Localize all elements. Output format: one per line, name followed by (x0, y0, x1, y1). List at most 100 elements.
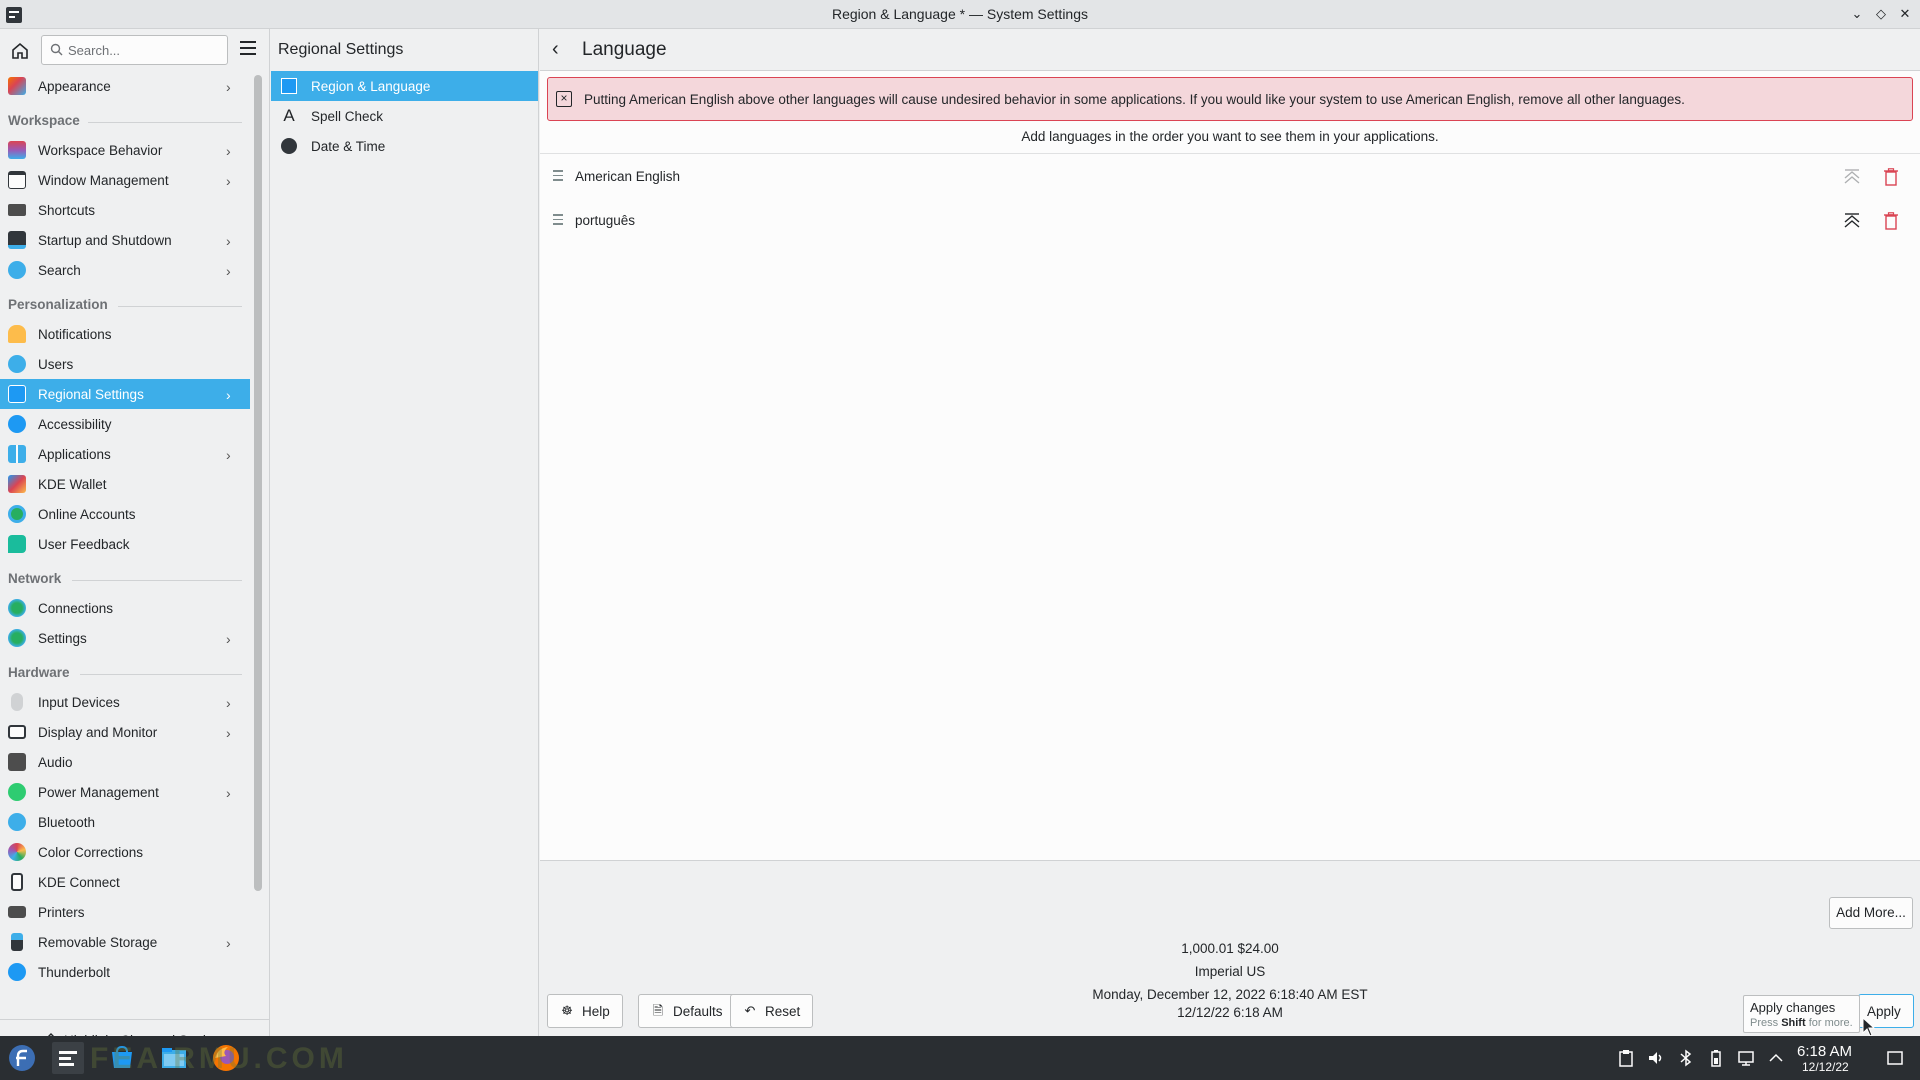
sidebar-item-audio[interactable]: Audio (0, 747, 250, 777)
sidebar-item-kde-wallet[interactable]: KDE Wallet (0, 469, 250, 499)
title-bar: Region & Language * — System Settings ⌄ … (0, 0, 1920, 29)
sidebar-item-label: KDE Wallet (38, 476, 107, 492)
hamburger-menu-icon[interactable] (240, 41, 258, 57)
regional-settings-icon (8, 385, 26, 403)
sidebar-item-removable-storage[interactable]: Removable Storage › (0, 927, 250, 957)
taskbar-system-settings[interactable] (52, 1042, 84, 1074)
sidebar-item-accessibility[interactable]: Accessibility (0, 409, 250, 439)
tooltip-hint-key: Shift (1781, 1017, 1806, 1029)
sidebar-item-printers[interactable]: Printers (0, 897, 250, 927)
sidebar-item-users[interactable]: Users (0, 349, 250, 379)
sidebar-item-notifications[interactable]: Notifications (0, 319, 250, 349)
clock-time[interactable]: 6:18 AM (1797, 1043, 1852, 1060)
chevron-right-icon: › (226, 935, 231, 951)
chevron-right-icon: › (226, 233, 231, 249)
sidebar-item-label: Connections (38, 600, 114, 616)
back-arrow-icon[interactable]: ‹ (552, 39, 570, 60)
sidebar-item-search[interactable]: Search › (0, 255, 250, 285)
sidebar-item-appearance[interactable]: Appearance › (0, 71, 250, 101)
chevron-right-icon: › (226, 785, 231, 801)
defaults-button[interactable]: 🗎 Defaults (638, 994, 736, 1028)
sidebar-item-applications[interactable]: Applications › (0, 439, 250, 469)
sidebar-item-input-devices[interactable]: Input Devices › (0, 687, 250, 717)
sidebar-item-network-settings[interactable]: Settings › (0, 623, 250, 653)
search-input[interactable] (68, 40, 218, 60)
sidebar-item-shortcuts[interactable]: Shortcuts (0, 195, 250, 225)
page-title: Language (582, 39, 667, 60)
usb-storage-icon (11, 933, 23, 951)
sidebar-item-online-accounts[interactable]: Online Accounts (0, 499, 250, 529)
search-box[interactable] (41, 35, 228, 65)
sidebar-item-label: Regional Settings (38, 386, 144, 402)
example-measurement: Imperial US (1194, 964, 1266, 979)
sidebar-item-label: Bluetooth (38, 814, 96, 830)
reset-button[interactable]: ↶ Reset (730, 994, 814, 1028)
battery-icon[interactable] (1707, 1049, 1725, 1067)
bell-icon (8, 325, 26, 343)
sidebar-item-label: Shortcuts (38, 202, 96, 218)
chevron-right-icon: › (226, 79, 231, 95)
applications-icon (8, 445, 26, 463)
drag-handle-icon[interactable] (553, 170, 563, 184)
sidebar-item-connections[interactable]: Connections (0, 593, 250, 623)
sidebar-item-label: Audio (38, 754, 73, 770)
help-button[interactable]: ☸ Help (547, 994, 623, 1028)
chevron-up-icon[interactable] (1767, 1049, 1785, 1067)
search-settings-icon (8, 261, 26, 279)
sidebar-item-window-management[interactable]: Window Management › (0, 165, 250, 195)
fedora-launcher-icon[interactable] (6, 1042, 38, 1074)
close-icon[interactable]: ✕ (1896, 5, 1914, 23)
sidebar: Appearance › Workspace Workspace Behavio… (0, 29, 270, 1048)
watermark-text: FEA RMU.COM (90, 1042, 348, 1075)
main-content: ‹ Language × Putting American English ab… (540, 29, 1920, 1037)
sidebar-item-label: Window Management (38, 172, 169, 188)
show-desktop-icon[interactable] (1886, 1049, 1904, 1067)
network-tray-icon[interactable] (1737, 1049, 1755, 1067)
clipboard-icon[interactable] (1617, 1049, 1635, 1067)
example-number-format: 1,000.01 $24.00 (1181, 941, 1279, 956)
sidebar-item-color-corrections[interactable]: Color Corrections (0, 837, 250, 867)
keyboard-icon (8, 204, 26, 216)
power-icon (8, 783, 26, 801)
minimize-icon[interactable]: ⌄ (1848, 5, 1866, 23)
sidebar-item-thunderbolt[interactable]: Thunderbolt (0, 957, 250, 987)
sidebar-item-startup-shutdown[interactable]: Startup and Shutdown › (0, 225, 250, 255)
sidebar-item-user-feedback[interactable]: User Feedback (0, 529, 250, 559)
category-title: Regional Settings (278, 41, 404, 58)
sidebar-scrollbar[interactable] (254, 75, 262, 891)
module-item-date-time[interactable]: Date & Time (271, 131, 538, 161)
move-to-top-icon[interactable] (1843, 168, 1861, 186)
users-icon (8, 355, 26, 373)
system-settings-icon (59, 1051, 77, 1066)
sidebar-item-regional-settings[interactable]: Regional Settings › (0, 379, 250, 409)
sidebar-item-label: User Feedback (38, 536, 130, 552)
sidebar-list: Appearance › Workspace Workspace Behavio… (0, 71, 250, 1019)
volume-icon[interactable] (1647, 1049, 1665, 1067)
sidebar-item-power-management[interactable]: Power Management › (0, 777, 250, 807)
warning-message: × Putting American English above other l… (547, 77, 1913, 121)
module-item-spell-check[interactable]: A Spell Check (271, 101, 538, 131)
delete-icon[interactable] (1883, 212, 1899, 230)
move-to-top-icon[interactable] (1843, 212, 1861, 230)
sidebar-item-workspace-behavior[interactable]: Workspace Behavior › (0, 135, 250, 165)
drag-handle-icon[interactable] (553, 214, 563, 228)
maximize-icon[interactable]: ◇ (1872, 5, 1890, 23)
sidebar-item-display-monitor[interactable]: Display and Monitor › (0, 717, 250, 747)
tooltip-hint-pre: Press (1750, 1017, 1782, 1029)
sidebar-item-label: KDE Connect (38, 874, 120, 890)
add-more-button[interactable]: Add More... (1829, 897, 1913, 929)
home-icon[interactable] (10, 41, 30, 61)
delete-icon[interactable] (1883, 168, 1899, 186)
module-item-region-language[interactable]: Region & Language (271, 71, 538, 101)
section-header-personalization: Personalization (0, 285, 250, 319)
sidebar-item-kde-connect[interactable]: KDE Connect (0, 867, 250, 897)
sidebar-item-label: Applications (38, 446, 111, 462)
sidebar-item-bluetooth[interactable]: Bluetooth (0, 807, 250, 837)
language-row: American English (540, 155, 1920, 199)
startup-shutdown-icon (8, 231, 26, 249)
bluetooth-tray-icon[interactable] (1677, 1049, 1695, 1067)
sidebar-item-label: Settings (38, 630, 87, 646)
appearance-icon (8, 77, 26, 95)
warning-text: Putting American English above other lan… (584, 92, 1685, 107)
clock-date[interactable]: 12/12/22 (1802, 1060, 1849, 1074)
